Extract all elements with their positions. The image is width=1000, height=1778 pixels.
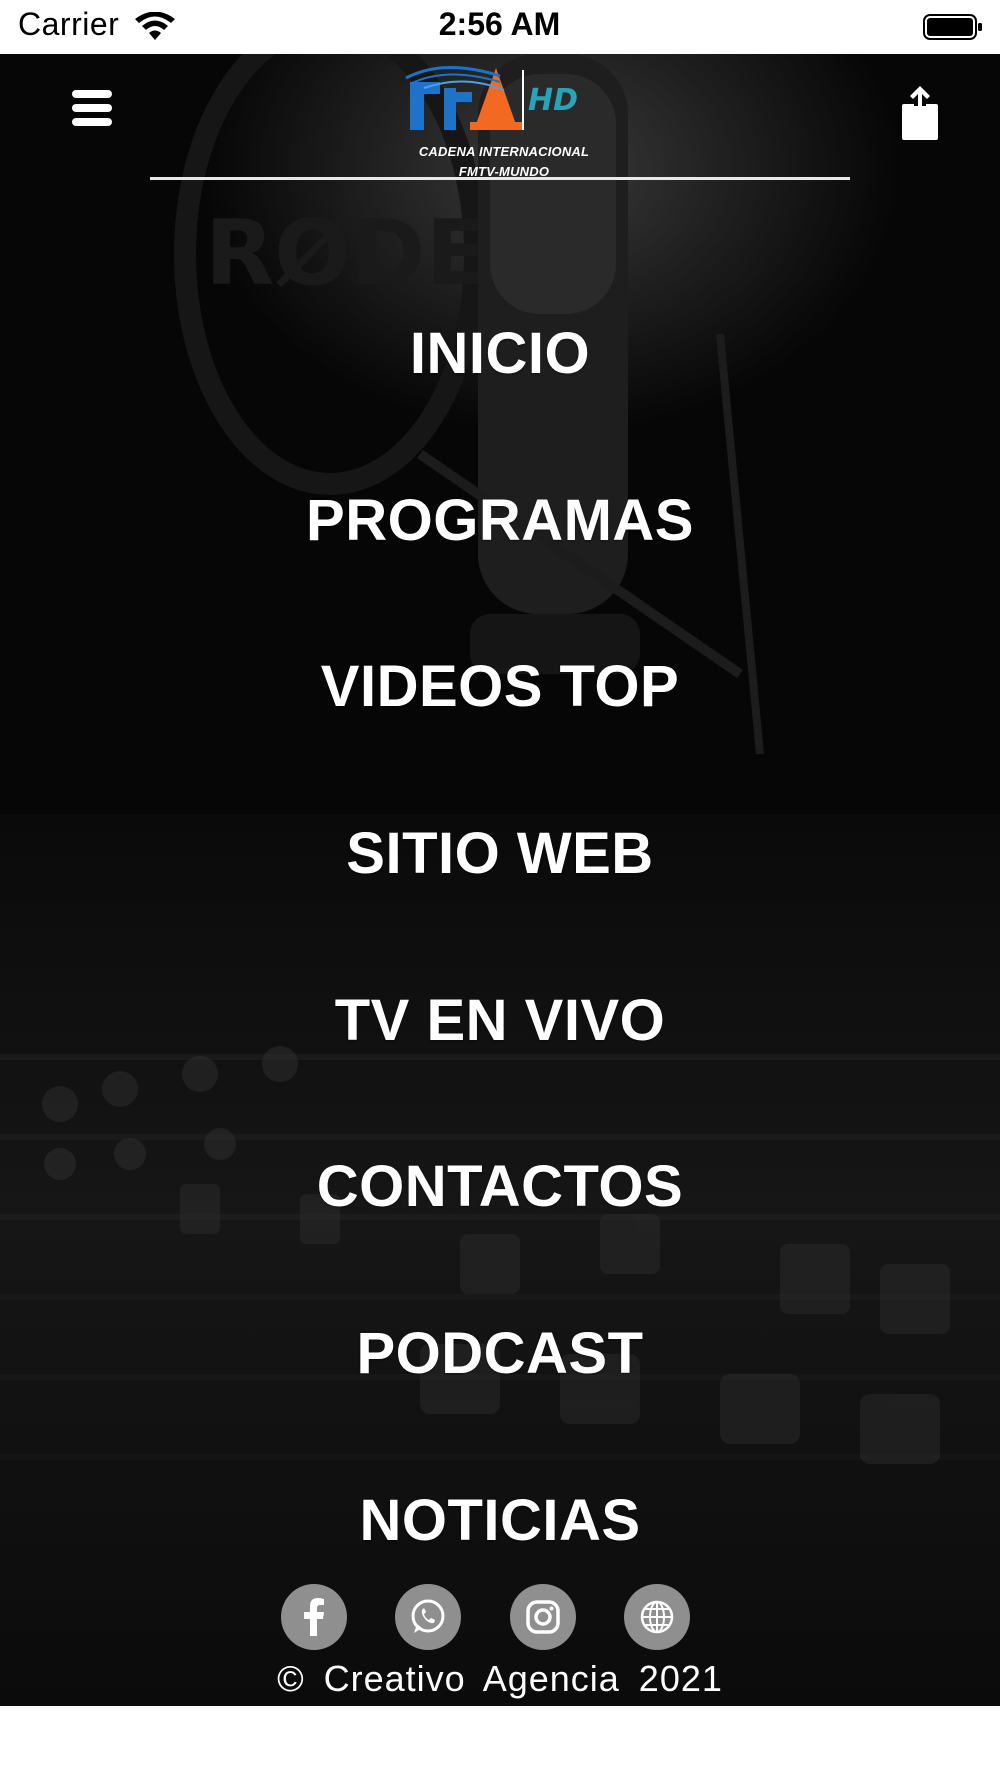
- menu-item-videos-top[interactable]: VIDEOS TOP: [0, 647, 1000, 727]
- status-bar: Carrier 2:56 AM: [0, 0, 1000, 54]
- facebook-button[interactable]: [281, 1584, 347, 1650]
- bottom-safe-area: [0, 1706, 1000, 1778]
- app-content: RØDE HD CADENA INTERNACIONAL FMTV-MUNDO …: [0, 54, 1000, 1706]
- instagram-icon: [526, 1600, 560, 1634]
- menu-item-sitio-web[interactable]: SITIO WEB: [0, 814, 1000, 894]
- menu-item-contactos[interactable]: CONTACTOS: [0, 1147, 1000, 1227]
- hamburger-menu-icon[interactable]: [68, 86, 116, 130]
- social-links: [0, 1584, 1000, 1654]
- share-icon[interactable]: [896, 82, 944, 142]
- status-time: 2:56 AM: [438, 6, 561, 42]
- app-screen: Carrier 2:56 AM RØDE HD CADENA INTERNACI…: [0, 0, 1000, 1778]
- globe-icon: [640, 1600, 674, 1634]
- menu-item-podcast[interactable]: PODCAST: [0, 1314, 1000, 1394]
- menu-item-inicio[interactable]: INICIO: [0, 314, 1000, 394]
- facebook-icon: [304, 1598, 324, 1636]
- header-divider: [150, 177, 850, 180]
- instagram-button[interactable]: [510, 1584, 576, 1650]
- battery-full-icon: [923, 14, 982, 40]
- svg-text:RØDE: RØDE: [205, 201, 487, 306]
- whatsapp-icon: [411, 1599, 445, 1633]
- whatsapp-button[interactable]: [395, 1584, 461, 1650]
- menu-item-programas[interactable]: PROGRAMAS: [0, 481, 1000, 561]
- logo-line-1: CADENA INTERNACIONAL: [418, 144, 590, 159]
- website-button[interactable]: [624, 1584, 690, 1650]
- copyright-text: © Creativo Agencia 2021: [277, 1658, 723, 1699]
- menu-item-tv-en-vivo[interactable]: TV EN VIVO: [0, 981, 1000, 1061]
- logo-hd-text: HD: [528, 83, 578, 118]
- menu-item-noticias[interactable]: NOTICIAS: [0, 1481, 1000, 1561]
- logo-tagline: CADENA INTERNACIONAL FMTV-MUNDO: [404, 142, 604, 182]
